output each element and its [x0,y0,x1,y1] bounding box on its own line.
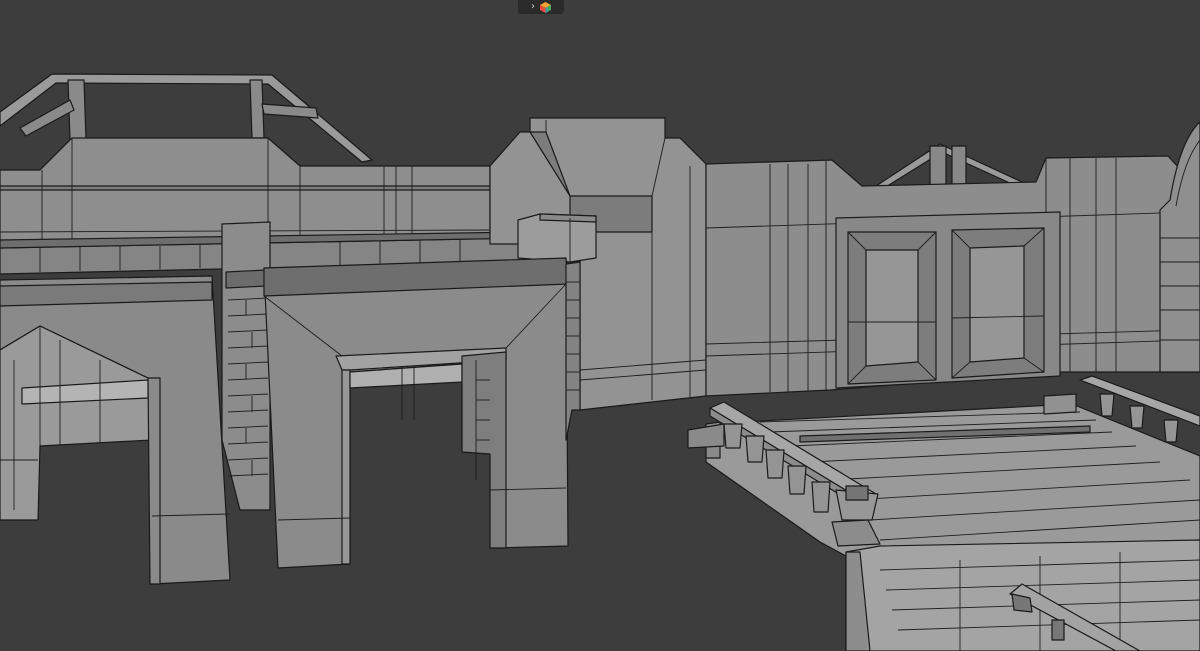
double-door [835,211,1061,389]
ledge-cube [517,213,597,263]
viewport-overlay-toggle[interactable]: › [518,0,564,14]
colored-cube-icon [540,1,551,13]
viewport-scene [0,73,1200,651]
roof-truss-right [875,143,1023,189]
square-gate [263,257,569,569]
left-arch-gate [0,275,231,585]
brick-column-right [565,261,581,441]
brick-pillar [221,221,271,511]
3d-viewport[interactable]: › [0,0,1200,651]
chevron-right-icon: › [531,1,535,12]
